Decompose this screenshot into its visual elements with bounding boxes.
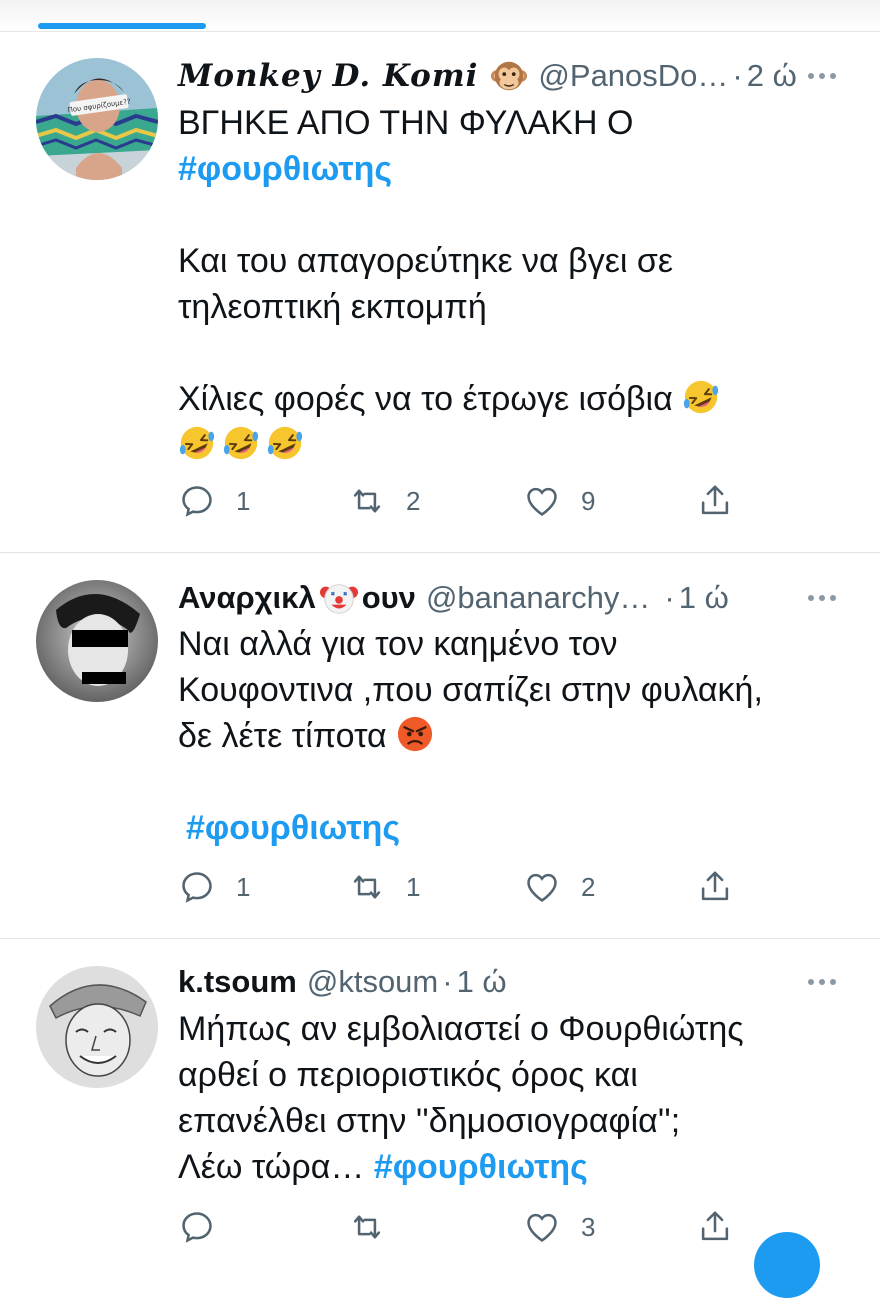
clown-face-icon — [319, 579, 358, 617]
tweet-text: Μήπως αν εμβολιαστεί ο Φουρθιώτης αρθεί … — [178, 1006, 838, 1190]
display-name[interactable]: Αναρχικλ — [178, 578, 316, 618]
tweet-header: k.tsoum @ktsoum · 1 ώ — [178, 962, 507, 1002]
text-line: Ναι αλλά για τον καημένο τον — [178, 625, 618, 663]
heart-icon — [523, 868, 561, 906]
separator: · — [732, 58, 743, 93]
text-line: Λέω τώρα… — [178, 1148, 374, 1186]
text-line: Κουφοντινα ,που σαπίζει στην φυλακή, — [178, 671, 763, 709]
reply-button[interactable]: 1 — [178, 867, 250, 907]
text-line: αρθεί ο περιοριστικός όρος και — [178, 1056, 638, 1094]
retweet-button[interactable] — [348, 1207, 386, 1247]
more-options-icon[interactable] — [808, 578, 836, 618]
more-options-icon[interactable] — [808, 56, 836, 96]
share-button[interactable] — [696, 867, 734, 907]
retweet-count: 2 — [406, 485, 421, 516]
rofl-emoji-icon — [266, 424, 304, 462]
like-button[interactable]: 9 — [523, 481, 595, 521]
timestamp[interactable]: 1 ώ — [457, 962, 507, 1002]
hashtag-link[interactable]: #φουρθιωτης — [178, 150, 392, 188]
retweet-button[interactable]: 1 — [348, 867, 420, 907]
like-button[interactable]: 3 — [523, 1207, 595, 1247]
rofl-emoji-icon — [682, 378, 720, 416]
tweet-header: Monkey D. Komi @PanosDo… · 2 ώ — [178, 56, 797, 96]
share-icon — [696, 868, 734, 906]
tweet-1[interactable]: Που σφυρίζουμε?? Monkey D. Komi @PanosDo… — [0, 40, 880, 550]
tweet-actions: 1 2 9 — [178, 481, 738, 521]
text-line: δε λέτε τίποτα — [178, 717, 387, 755]
share-button[interactable] — [696, 1207, 734, 1247]
share-icon — [696, 1208, 734, 1246]
reply-icon — [178, 868, 216, 906]
heart-icon — [523, 1208, 561, 1246]
reply-button[interactable]: 1 — [178, 481, 250, 521]
timestamp[interactable]: 1 ώ — [679, 578, 729, 618]
avatar[interactable] — [36, 966, 158, 1088]
rofl-emoji-icon — [222, 424, 260, 462]
more-options-icon[interactable] — [808, 962, 836, 1002]
avatar[interactable] — [36, 580, 158, 702]
tab-indicator — [38, 23, 206, 29]
text-line: Χίλιες φορές να το έτρωγε ισόβια — [178, 380, 673, 418]
share-button[interactable] — [696, 481, 734, 521]
tweet-actions: 3 — [178, 1207, 738, 1247]
text-line: Και του απαγορεύτηκε να βγει σε — [178, 242, 674, 280]
handle[interactable]: @PanosDo… — [538, 56, 728, 96]
like-count: 9 — [581, 485, 596, 516]
retweet-icon — [348, 868, 386, 906]
tweet-3[interactable]: k.tsoum @ktsoum · 1 ώ Μήπως αν εμβολιαστ… — [0, 939, 880, 1264]
like-count: 3 — [581, 1211, 596, 1242]
hashtag-link[interactable]: #φουρθιωτης — [374, 1148, 588, 1186]
avatar[interactable]: Που σφυρίζουμε?? — [36, 58, 158, 180]
rofl-emoji-icon — [178, 424, 216, 462]
display-name[interactable]: k.tsoum — [178, 962, 297, 1002]
reply-count: 1 — [236, 485, 251, 516]
reply-icon — [178, 482, 216, 520]
tweet-actions: 1 1 2 — [178, 867, 738, 907]
reply-button[interactable] — [178, 1207, 216, 1247]
like-button[interactable]: 2 — [523, 867, 595, 907]
display-name[interactable]: Monkey D. Komi — [178, 56, 478, 96]
compose-tweet-button[interactable] — [754, 1232, 820, 1298]
tweet-header: Αναρχικλ ουν @bananarchy… · 1 ώ — [178, 578, 729, 618]
retweet-count: 1 — [406, 871, 421, 902]
text-line: επανέλθει στην ''δημοσιογραφία''; — [178, 1102, 681, 1140]
separator: · — [664, 580, 675, 615]
heart-icon — [523, 482, 561, 520]
hashtag-link[interactable]: #φουρθιωτης — [186, 809, 400, 847]
like-count: 2 — [581, 871, 596, 902]
monkey-face-icon — [490, 57, 528, 95]
reply-icon — [178, 1208, 216, 1246]
text-line: Μήπως αν εμβολιαστεί ο Φουρθιώτης — [178, 1010, 744, 1048]
handle[interactable]: @bananarchy… — [426, 578, 650, 618]
retweet-button[interactable]: 2 — [348, 481, 420, 521]
divider — [0, 31, 880, 32]
tweet-text: Ναι αλλά για τον καημένο τον Κουφοντινα … — [178, 621, 838, 851]
retweet-icon — [348, 482, 386, 520]
handle[interactable]: @ktsoum — [307, 962, 438, 1002]
separator: · — [442, 964, 453, 999]
display-name-suffix[interactable]: ουν — [362, 578, 416, 618]
tweet-2[interactable]: Αναρχικλ ουν @bananarchy… · 1 ώ Ναι αλλά… — [0, 553, 880, 938]
tweet-text: ΒΓΗΚΕ ΑΠΟ ΤΗΝ ΦΥΛΑΚΗ Ο #φουρθιωτης Και τ… — [178, 100, 838, 472]
text-line: ΒΓΗΚΕ ΑΠΟ ΤΗΝ ΦΥΛΑΚΗ Ο — [178, 104, 634, 142]
reply-count: 1 — [236, 871, 251, 902]
angry-face-icon — [396, 715, 434, 753]
retweet-icon — [348, 1208, 386, 1246]
share-icon — [696, 482, 734, 520]
text-line: τηλεοπτική εκπομπή — [178, 288, 487, 326]
timestamp[interactable]: 2 ώ — [747, 56, 797, 96]
